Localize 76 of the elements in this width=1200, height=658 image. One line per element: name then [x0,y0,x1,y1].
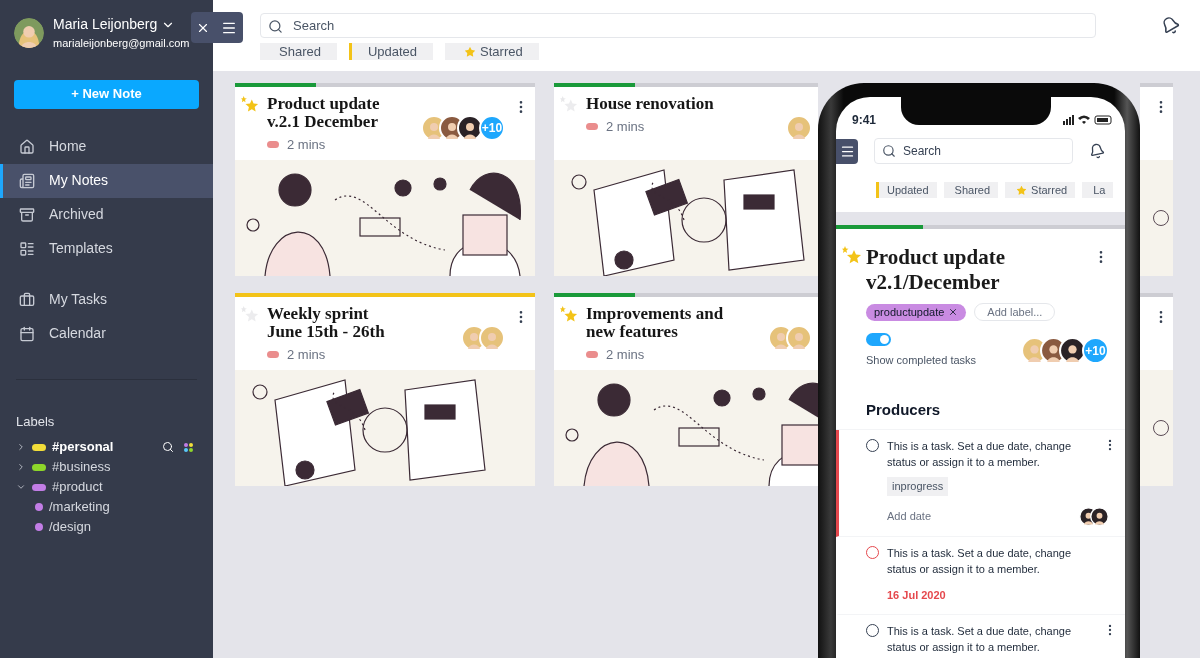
note-card[interactable]: House renovation 2 mins [554,83,818,276]
search-field[interactable]: Search [874,138,1073,164]
list-icon [19,240,35,257]
star-icon[interactable] [842,245,862,265]
nav-item[interactable]: Home [0,129,213,164]
section-title: Producers [865,399,942,420]
toggle-label: Show completed tasks [866,353,977,368]
label-item[interactable]: #business [52,457,111,477]
labels-heading: Labels [16,412,56,431]
label-item[interactable]: /marketing [49,497,110,517]
filter-chip[interactable]: Starred [1005,182,1076,198]
label-pill [267,351,279,359]
toggle-switch[interactable] [866,333,891,346]
filter-chip[interactable]: Updated [876,182,937,198]
label-pill [267,141,279,149]
label-item[interactable]: /design [49,517,91,537]
filter-chip[interactable]: Shared [943,182,999,198]
nav-item[interactable]: Archived [0,197,213,232]
briefcase-icon [19,291,35,308]
task-row[interactable]: This is a task. Set a due date, change status or assign it to a member. 16 Jul 2020 [836,537,1125,615]
task-text: This is a task. Set a due date, change status or assign it to a member. [887,546,1073,577]
due-date[interactable]: 16 Jul 2020 [887,587,946,604]
add-date-link[interactable]: Add date [887,508,932,525]
note-title: Product update v.2.1 December [267,95,381,131]
nav-item[interactable]: My Notes [0,163,213,198]
user-email: marialeijonberg@gmail.com [53,36,190,51]
note-title: House renovation [586,95,715,113]
user-avatar[interactable] [14,17,44,48]
label-item[interactable]: #product [52,477,103,497]
search-field[interactable]: Search [260,13,1096,38]
menu-button[interactable] [836,138,858,164]
filter-chip[interactable]: La [1082,182,1114,198]
nav-item[interactable]: Calendar [0,316,213,351]
status-tag[interactable]: inprogress [887,477,949,496]
task-text: This is a task. Set a due date, change status or assign it to a member. [887,439,1073,470]
note-card[interactable]: Improvements and new features 2 mins [554,293,818,486]
search-icon [882,144,896,158]
filter-chip[interactable]: Updated [348,43,434,60]
newspaper-icon [19,172,35,189]
chevron-right-icon[interactable] [16,442,26,452]
status-time: 9:41 [852,112,877,129]
star-icon[interactable] [241,95,259,113]
filter-chip[interactable]: Shared [260,43,337,60]
nav-item[interactable]: My Tasks [0,282,213,317]
menu-icon [839,143,855,159]
archive-icon [19,206,35,223]
label-tag[interactable]: productupdate [866,303,967,321]
star-icon [1016,184,1028,196]
remove-icon[interactable] [948,307,959,317]
read-time: 2 mins [287,136,326,154]
label-pill [586,123,598,131]
home-icon [19,138,35,155]
label-pill [586,351,598,359]
nav-item[interactable]: Templates [0,231,213,266]
filter-chip[interactable]: Starred [445,43,539,60]
task-text: This is a task. Set a due date, change status or assign it to a member. [887,623,1073,655]
color-dots-icon[interactable] [184,442,193,452]
status-icons [1063,115,1113,125]
star-icon[interactable] [560,305,578,323]
note-card[interactable]: Weekly sprint June 15th - 26th 2 mins [235,293,535,486]
read-time: 2 mins [606,118,645,136]
calendar-icon [19,325,35,342]
note-title: Improvements and new features [586,305,725,341]
label-item[interactable]: #personal [52,437,114,457]
note-card[interactable]: Product update v.2.1 December 2 mins +10 [235,83,535,276]
task-row[interactable]: This is a task. Set a due date, change status or assign it to a member. [836,614,1125,658]
user-name[interactable]: Maria Leijonberg [53,14,158,35]
read-time: 2 mins [287,346,326,364]
search-icon[interactable] [162,441,174,453]
note-title: Weekly sprint June 15th - 26th [267,305,386,341]
search-icon [268,19,283,34]
note-title: Product update v2.1/December [865,245,1007,295]
chevron-right-icon[interactable] [16,462,26,472]
read-time: 2 mins [606,346,645,364]
task-row[interactable]: This is a task. Set a due date, change status or assign it to a member. inprogress Add date [836,430,1125,537]
star-icon [464,45,477,58]
